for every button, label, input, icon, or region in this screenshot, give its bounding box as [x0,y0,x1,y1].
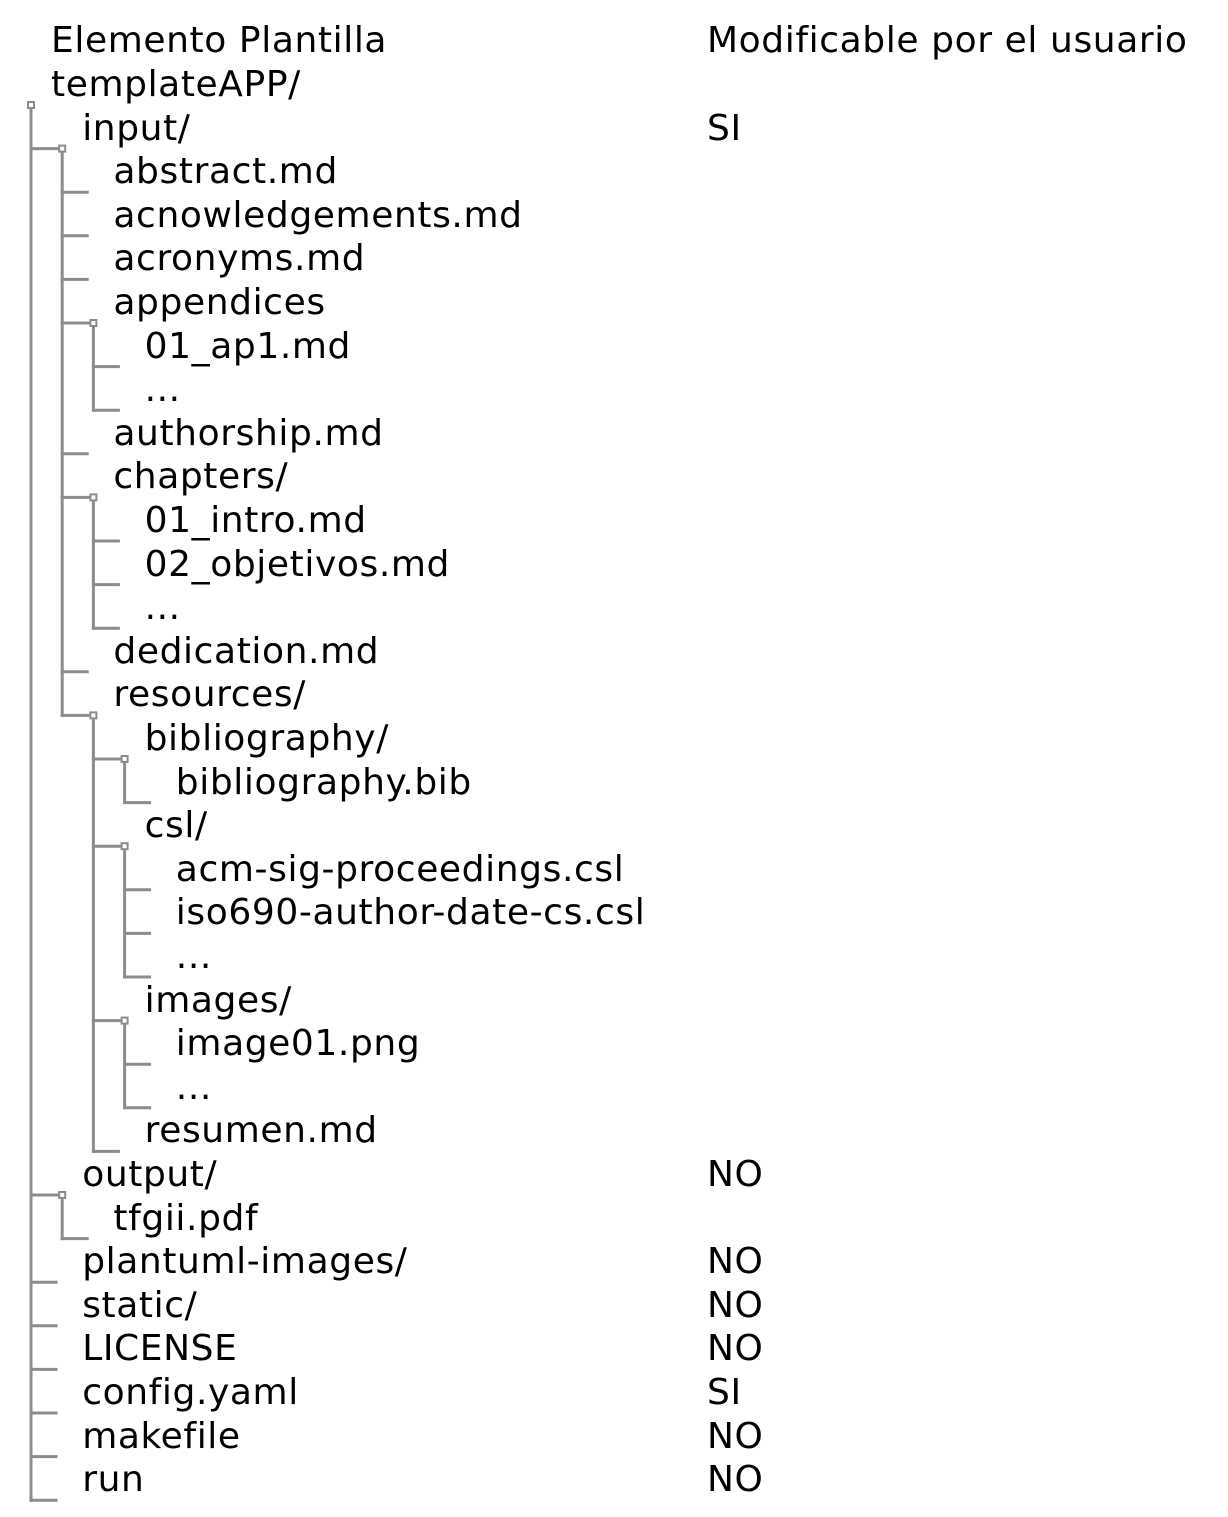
tree-file-label: abstract.md [113,151,338,193]
folder-node-icon [89,493,98,502]
tree-folder-label: input/ [82,107,191,149]
modifiable-value: NO [707,1459,764,1501]
modifiable-value: NO [707,1284,764,1326]
tree-file-label: acnowledgements.md [113,194,523,236]
modifiable-value: NO [707,1328,764,1370]
tree-file-label: config.yaml [82,1372,299,1413]
tree-folder-label: templateAPP/ [51,64,301,105]
modifiable-value: NO [707,1154,764,1195]
folder-node-icon [58,144,67,153]
file-tree-diagram: Elemento Plantilla Modificable por el us… [0,0,1228,1517]
tree-folder-label: output/ [82,1154,218,1195]
folder-node-icon [58,1191,67,1199]
tree-file-label: ... [144,587,181,629]
tree-folder-label: chapters/ [113,456,289,498]
tree-folder-label: bibliography/ [144,718,389,759]
tree-folder-label: resources/ [113,674,306,716]
tree-file-label: tfgii.pdf [113,1197,259,1239]
tree-file-label: ... [175,1066,212,1108]
tree-file-label: bibliography.bib [175,761,472,803]
tree-file-label: resumen.md [144,1110,378,1152]
tree-file-label: makefile [82,1415,241,1457]
tree-file-label: 02_objetivos.md [144,543,450,585]
tree-folder-label: images/ [144,979,292,1021]
modifiable-value: NO [707,1415,764,1457]
tree-file-label: ... [175,936,212,977]
tree-file-label: iso690-author-date-cs.csl [175,892,646,934]
tree-file-label: acronyms.md [113,238,366,280]
folder-node-icon [89,319,98,327]
tree-file-label: image01.png [175,1023,421,1065]
folder-node-icon [120,842,129,851]
tree-file-label: authorship.md [113,412,384,454]
tree-file-label: LICENSE [82,1328,238,1370]
folder-node-icon [27,101,35,109]
modifiable-value: NO [707,1241,764,1283]
folder-node-icon [120,1016,129,1025]
tree-file-label: ... [144,369,181,411]
tree-folder-label: csl/ [144,805,208,847]
tree-file-label: acm-sig-proceedings.csl [175,848,625,890]
modifiable-value: SI [707,107,742,149]
tree-file-label: static/ [82,1284,198,1326]
modifiable-value: SI [707,1372,742,1413]
tree-file-label: 01_ap1.md [144,325,351,367]
tree-file-label: plantuml-images/ [82,1241,408,1283]
tree-file-label: run [82,1459,145,1501]
tree-folder-label: appendices [113,282,326,323]
folder-node-icon [120,755,129,763]
folder-node-icon [89,711,98,720]
tree-file-label: 01_intro.md [144,500,367,541]
tree-file-label: dedication.md [113,630,380,672]
